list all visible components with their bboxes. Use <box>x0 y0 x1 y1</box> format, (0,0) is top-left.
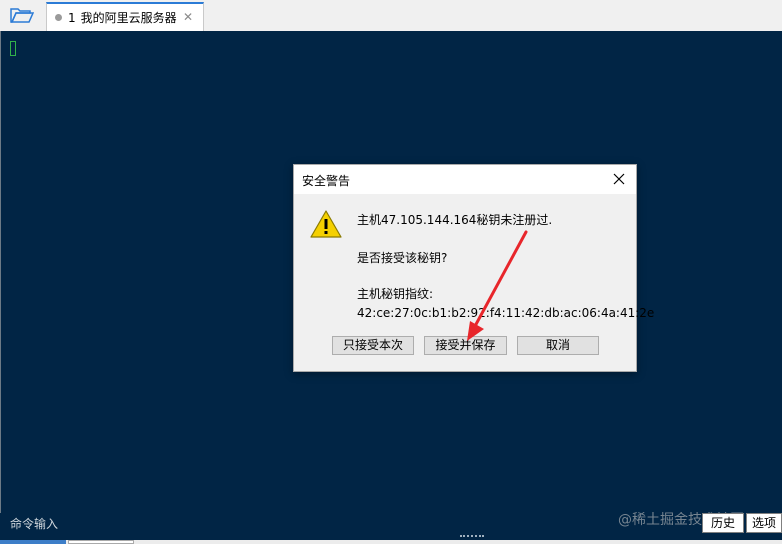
fingerprint-value: 42:ce:27:0c:b1:b2:92:f4:11:42:db:ac:06:4… <box>357 306 655 320</box>
close-icon[interactable] <box>608 168 630 190</box>
terminal-cursor <box>10 41 16 56</box>
fingerprint-label: 主机秘钥指纹: <box>357 287 434 301</box>
bottom-tab-active[interactable] <box>0 540 66 544</box>
bottom-tab[interactable] <box>68 540 134 544</box>
accept-once-button[interactable]: 只接受本次 <box>332 336 414 355</box>
dialog-titlebar: 安全警告 <box>294 165 636 194</box>
options-button[interactable]: 选项 <box>746 513 782 533</box>
history-button[interactable]: 历史 <box>702 513 744 533</box>
tab-number: 1 <box>68 10 76 25</box>
security-warning-dialog: 安全警告 主机47.105.144.164秘钥未注册过. 是否接受该秘钥? 主机… <box>293 164 654 372</box>
bottom-tab-strip <box>0 540 782 544</box>
dialog-title: 安全警告 <box>302 174 351 188</box>
tab-session[interactable]: 1 我的阿里云服务器 ✕ <box>46 2 204 31</box>
resize-grip[interactable] <box>460 535 484 539</box>
open-folder-icon[interactable] <box>8 4 36 26</box>
cancel-button[interactable]: 取消 <box>517 336 599 355</box>
close-tab-icon[interactable]: ✕ <box>183 10 193 24</box>
warning-icon <box>310 210 342 238</box>
tab-bar: 1 我的阿里云服务器 ✕ <box>0 0 782 32</box>
connection-status-icon <box>55 14 62 21</box>
tab-label: 我的阿里云服务器 <box>80 11 177 25</box>
warning-message: 主机47.105.144.164秘钥未注册过. <box>357 213 553 227</box>
accept-and-save-button[interactable]: 接受并保存 <box>424 336 507 355</box>
command-input-label: 命令输入 <box>10 517 59 531</box>
accept-question: 是否接受该秘钥? <box>357 251 448 265</box>
